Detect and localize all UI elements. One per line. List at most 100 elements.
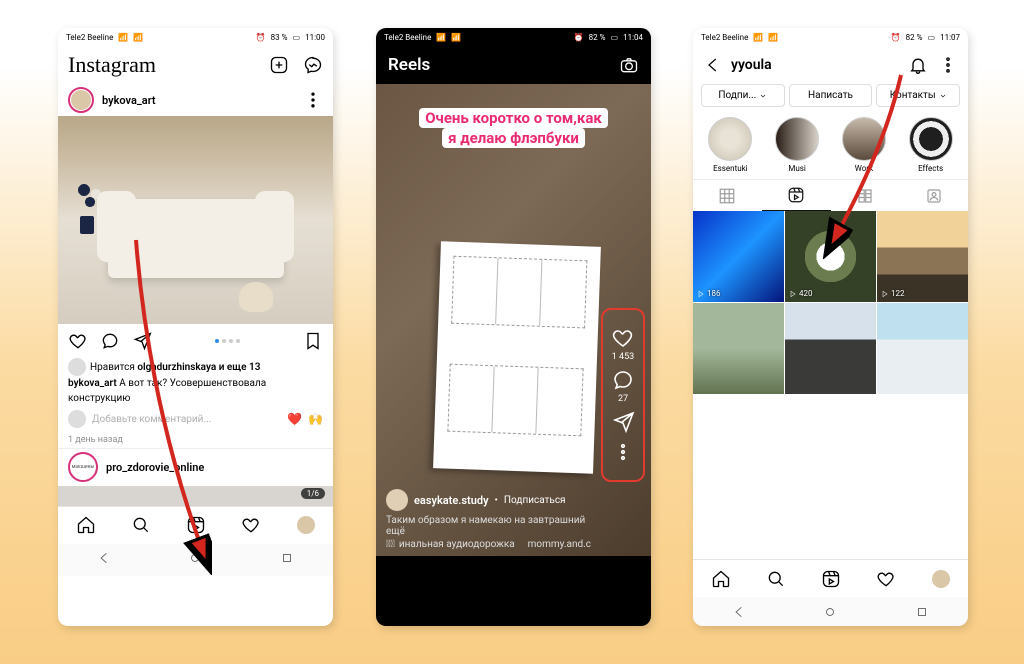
reel-thumbnail[interactable] (877, 303, 968, 394)
grid-tab-icon[interactable] (693, 180, 762, 211)
follow-button[interactable]: Подпи... (701, 84, 785, 107)
reels-tab-icon[interactable] (762, 180, 831, 211)
play-count: 122 (881, 289, 905, 298)
next-username[interactable]: pro_zdorovie_online (106, 461, 204, 474)
status-bar: Tele2 Beeline📶📶 ⏰83 %▭11:00 (58, 28, 333, 46)
reel-side-actions: 1 453 27 (601, 308, 645, 482)
highlight-item[interactable]: Work (834, 117, 894, 173)
nav-back-icon[interactable] (732, 604, 746, 623)
android-navbar (58, 544, 333, 576)
next-post-preview[interactable]: 1/6 (58, 486, 333, 506)
bookmark-icon[interactable] (303, 331, 323, 351)
phone-reels: Tele2 Beeline📶📶 ⏰82 %▭11:04 Reels Очень … (376, 28, 651, 626)
profile-action-buttons: Подпи... Написать Контакты (693, 84, 968, 107)
more-link[interactable]: ещё (386, 526, 405, 537)
nav-home-icon[interactable] (188, 550, 202, 569)
liker-avatar[interactable] (68, 358, 86, 376)
author-username[interactable]: bykova_art (102, 94, 156, 107)
reel-share-icon[interactable] (611, 410, 635, 434)
activity-tab-icon[interactable] (876, 569, 896, 589)
emoji-hands[interactable]: 🙌 (308, 412, 323, 426)
author-avatar[interactable] (68, 87, 94, 113)
time-ago: 1 день назад (68, 435, 123, 445)
like-icon[interactable] (68, 331, 88, 351)
comment-count: 27 (603, 394, 643, 404)
reel-thumbnail[interactable]: 186 (693, 211, 784, 302)
tagged-tab-icon[interactable] (899, 180, 968, 211)
nav-recent-icon[interactable] (915, 604, 929, 623)
comment-row[interactable]: Добавьте комментарий... ❤️ 🙌 (58, 406, 333, 432)
reel-info: easykate.study • Подписаться Таким образ… (386, 489, 591, 550)
bottom-tabs (58, 506, 333, 544)
reel-more-icon[interactable] (611, 440, 635, 464)
profile-tab-icon[interactable] (296, 515, 316, 535)
comment-placeholder[interactable]: Добавьте комментарий... (92, 414, 281, 425)
subscribe-button[interactable]: Подписаться (504, 495, 566, 506)
highlight-item[interactable]: Musi (767, 117, 827, 173)
next-avatar[interactable]: макшины (68, 452, 98, 482)
back-icon[interactable] (703, 55, 721, 75)
reels-tab-icon[interactable] (821, 569, 841, 589)
reel-thumbnail[interactable] (693, 303, 784, 394)
message-button[interactable]: Написать (789, 84, 873, 107)
self-avatar (68, 410, 86, 428)
status-bar: Tele2 Beeline📶📶 ⏰82 %▭11:04 (376, 28, 651, 46)
carousel-dots (215, 339, 240, 343)
post-image[interactable] (58, 116, 333, 324)
comment-icon[interactable] (100, 331, 120, 351)
nav-recent-icon[interactable] (280, 550, 294, 569)
guides-tab-icon[interactable] (831, 180, 900, 211)
new-post-icon[interactable] (269, 55, 289, 75)
nav-home-icon[interactable] (823, 604, 837, 623)
highlight-item[interactable]: Effects (901, 117, 961, 173)
search-tab-icon[interactable] (766, 569, 786, 589)
profile-tab-icon[interactable] (931, 569, 951, 589)
profile-tabs (693, 179, 968, 211)
reel-thumbnail[interactable]: 122 (877, 211, 968, 302)
messenger-icon[interactable] (303, 55, 323, 75)
phone-profile: Tele2 Beeline📶📶 ⏰82 %▭11:07 yyoula Подпи… (693, 28, 968, 626)
caption: bykova_art А вот так? Усовершенствовала … (68, 376, 323, 406)
reel-thumbnail[interactable]: 420 (785, 211, 876, 302)
post-author-row[interactable]: bykova_art (58, 84, 333, 116)
notifications-icon[interactable] (908, 55, 928, 75)
app-header: Instagram (58, 46, 333, 84)
reels-title: Reels (388, 55, 430, 75)
highlights-row: Essentuki Musi Work Effects (693, 107, 968, 179)
post-meta: Нравится olgadurzhinskaya и еще 13 bykov… (58, 358, 333, 406)
android-navbar (693, 597, 968, 626)
audio-row[interactable]: ▶⃝инальная аудиодорожка mommy.and.c (386, 539, 591, 550)
reel-author-avatar[interactable] (386, 489, 408, 511)
contacts-button[interactable]: Контакты (876, 84, 960, 107)
home-tab-icon[interactable] (76, 515, 96, 535)
music-icon: ▶⃝ (386, 539, 395, 550)
reel-like-icon[interactable] (611, 326, 635, 350)
emoji-heart[interactable]: ❤️ (287, 412, 302, 426)
like-count: 1 453 (603, 352, 643, 362)
reel-thumbnail[interactable] (785, 303, 876, 394)
share-icon[interactable] (132, 331, 152, 351)
reels-header: Reels (376, 46, 651, 84)
reels-tab-icon[interactable] (186, 515, 206, 535)
profile-username: yyoula (731, 57, 898, 73)
home-tab-icon[interactable] (711, 569, 731, 589)
profile-header: yyoula (693, 46, 968, 84)
reel-description: Таким образом я намекаю на завтрашний (386, 515, 585, 526)
nav-back-icon[interactable] (97, 550, 111, 569)
post-menu-icon[interactable] (303, 90, 323, 110)
activity-tab-icon[interactable] (241, 515, 261, 535)
menu-icon[interactable] (938, 55, 958, 75)
next-account-row[interactable]: макшины pro_zdorovie_online (58, 448, 333, 486)
search-tab-icon[interactable] (131, 515, 151, 535)
clock: 11:00 (305, 33, 325, 42)
reel-comment-icon[interactable] (611, 368, 635, 392)
likes-text[interactable]: Нравится olgadurzhinskaya и еще 13 (90, 360, 260, 375)
reel-author[interactable]: easykate.study (414, 494, 489, 507)
paper-graphic (433, 242, 600, 474)
camera-icon[interactable] (619, 55, 639, 75)
status-bar: Tele2 Beeline📶📶 ⏰82 %▭11:07 (693, 28, 968, 46)
highlight-item[interactable]: Essentuki (700, 117, 760, 173)
carousel-count-badge: 1/6 (301, 488, 325, 499)
reels-grid: 186 420 122 (693, 211, 968, 394)
battery: 83 % (271, 33, 288, 42)
